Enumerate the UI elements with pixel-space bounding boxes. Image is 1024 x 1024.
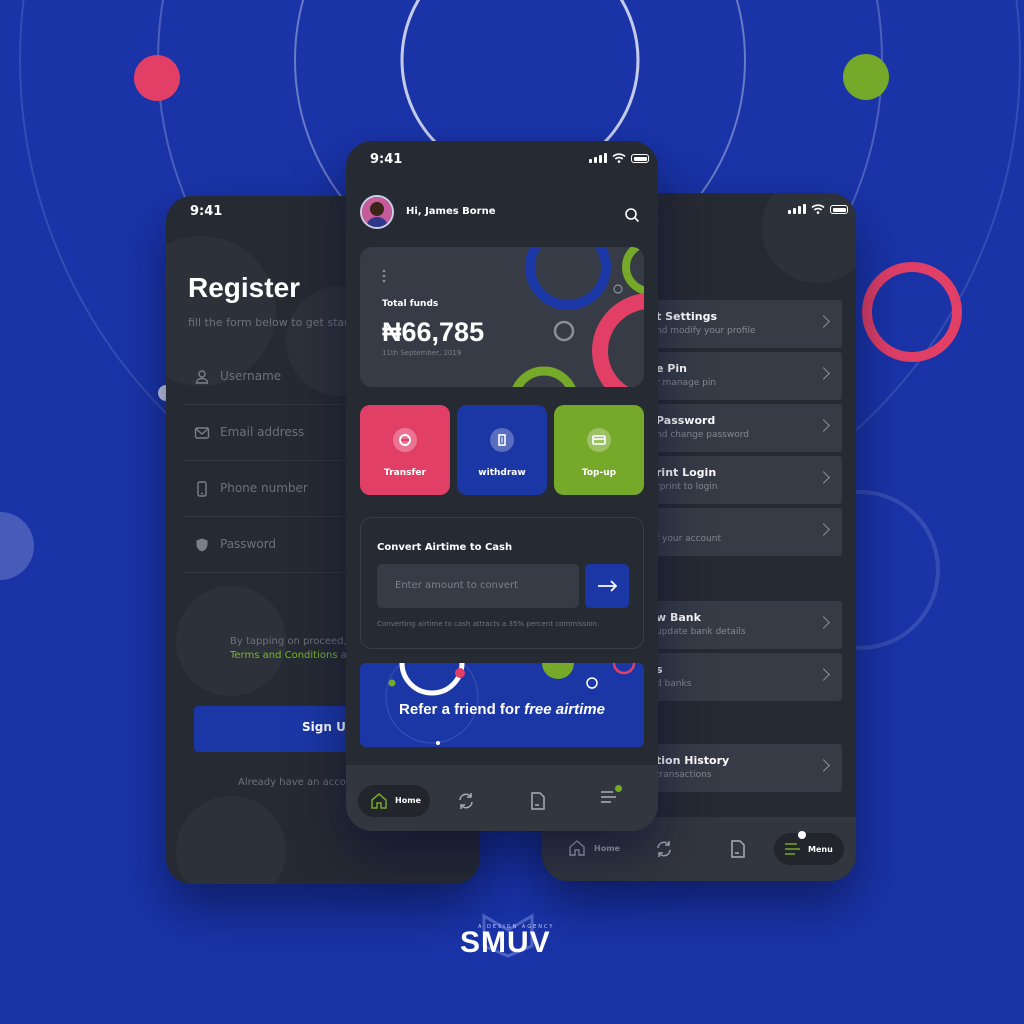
bottom-nav: Home — [346, 765, 658, 831]
home-icon — [371, 793, 387, 809]
menu-item-title: rint Login — [656, 466, 717, 479]
transfer-label: Transfer — [384, 468, 426, 478]
amount-placeholder: Enter amount to convert — [395, 580, 519, 591]
wifi-icon — [811, 204, 825, 214]
signal-icon — [788, 204, 806, 214]
menu-item-title: w Bank — [656, 611, 701, 624]
exchange-icon[interactable] — [654, 839, 674, 859]
status-time: 9:41 — [370, 152, 403, 167]
topup-button[interactable]: Top-up — [554, 405, 644, 495]
nav-menu-label: Menu — [808, 845, 833, 854]
nav-home-label: Home — [395, 796, 421, 805]
password-label: Password — [220, 537, 277, 551]
refer-text: Refer a friend for free airtime — [360, 701, 644, 718]
phone-deco-circle — [176, 796, 286, 884]
menu-item-subtitle: f your account — [656, 534, 721, 544]
transfer-icon — [393, 428, 417, 452]
funds-label: Total funds — [382, 299, 439, 309]
convert-title: Convert Airtime to Cash — [377, 542, 513, 553]
withdraw-button[interactable]: withdraw — [457, 405, 547, 495]
username-label: Username — [220, 369, 282, 383]
nav-menu-active[interactable]: Menu — [774, 831, 844, 865]
menu-item-subtitle: nd change password — [656, 430, 749, 440]
arrow-right-icon — [598, 580, 618, 592]
notification-dot — [798, 831, 806, 839]
menu-item-subtitle: nd modify your profile — [656, 326, 756, 336]
home-icon — [569, 840, 585, 856]
status-time: 9:41 — [190, 204, 223, 219]
menu-item-subtitle: r manage pin — [656, 378, 717, 388]
mail-icon — [194, 427, 210, 439]
building-icon — [490, 428, 514, 452]
brand-logo: SMUV — [460, 926, 551, 959]
search-icon[interactable] — [624, 207, 640, 223]
refer-prefix: Refer a friend for — [399, 701, 525, 718]
menu-item-title: t Settings — [656, 310, 718, 323]
nav-home-active[interactable]: Home — [358, 785, 430, 817]
menu-item-title: Password — [656, 414, 716, 427]
shield-icon — [196, 538, 208, 552]
login-prompt[interactable]: Already have an accou — [238, 777, 352, 788]
menu-item-title: tion History — [656, 754, 730, 767]
refer-banner[interactable]: Refer a friend for free airtime — [360, 663, 644, 747]
status-icons — [788, 204, 848, 214]
chevron-right-icon — [817, 668, 830, 681]
refer-emphasis: free airtime — [524, 701, 605, 718]
nav-menu[interactable] — [600, 785, 624, 809]
chevron-right-icon — [817, 759, 830, 772]
email-label: Email address — [220, 425, 305, 439]
terms-text: By tapping on proceed, yo — [230, 636, 362, 647]
chevron-right-icon — [817, 315, 830, 328]
page-title: Register — [188, 272, 301, 303]
phone-icon — [197, 481, 207, 497]
notification-dot — [615, 785, 622, 792]
terms-link[interactable]: Terms and Conditions — [230, 650, 338, 661]
phone-number-label: Phone number — [220, 481, 308, 495]
battery-icon — [830, 205, 848, 214]
home-phone: 9:41 Hi, James Borne Total funds ₦66,785… — [346, 141, 658, 831]
battery-icon — [631, 154, 649, 163]
document-icon[interactable] — [530, 791, 546, 811]
funds-date: 11th September, 2019 — [382, 349, 462, 357]
wifi-icon — [612, 153, 626, 163]
greeting: Hi, James Borne — [406, 206, 496, 217]
card-icon — [587, 428, 611, 452]
nav-home[interactable]: Home — [568, 839, 628, 861]
menu-item-subtitle: update bank details — [656, 627, 746, 637]
terms-line: Terms and Conditions an — [230, 650, 353, 661]
page-subtitle: fill the form below to get started — [188, 316, 367, 329]
chevron-right-icon — [817, 419, 830, 432]
avatar-image — [362, 197, 392, 227]
menu-item-subtitle: transactions — [656, 770, 712, 780]
convert-airtime-panel: Convert Airtime to Cash Enter amount to … — [360, 517, 644, 649]
funds-amount: ₦66,785 — [382, 317, 485, 347]
menu-icon — [785, 843, 800, 855]
topup-label: Top-up — [581, 468, 617, 478]
chevron-right-icon — [817, 367, 830, 380]
avatar[interactable] — [360, 195, 394, 229]
funds-card[interactable]: Total funds ₦66,785 11th September, 2019 — [360, 247, 644, 387]
withdraw-label: withdraw — [478, 468, 526, 478]
status-icons — [589, 153, 649, 163]
chevron-right-icon — [817, 471, 830, 484]
document-icon[interactable] — [730, 839, 746, 859]
menu-item-subtitle: rprint to login — [656, 482, 718, 492]
user-icon — [195, 370, 209, 384]
exchange-icon[interactable] — [456, 791, 476, 811]
amount-input[interactable]: Enter amount to convert — [377, 564, 579, 608]
convert-note: Converting airtime to cash attracts a 35… — [377, 620, 600, 628]
transfer-button[interactable]: Transfer — [360, 405, 450, 495]
nav-home-label: Home — [594, 844, 620, 853]
signal-icon — [589, 153, 607, 163]
chevron-right-icon — [817, 616, 830, 629]
menu-item-subtitle: d banks — [656, 679, 692, 689]
chevron-right-icon — [817, 523, 830, 536]
convert-submit-button[interactable] — [585, 564, 629, 608]
menu-item-title: e Pin — [656, 362, 687, 375]
